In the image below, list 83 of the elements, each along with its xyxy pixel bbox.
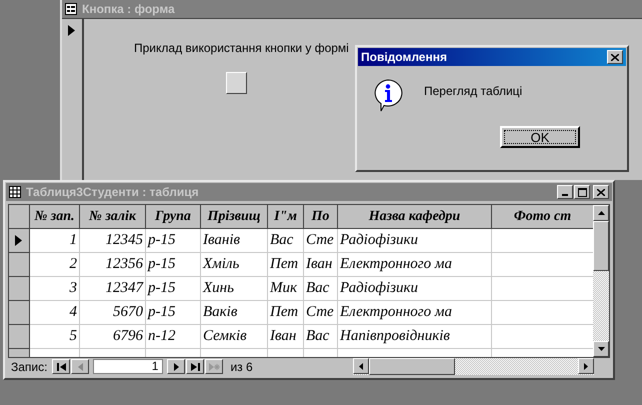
- table-cell: р-15: [146, 229, 201, 253]
- down-arrow-icon[interactable]: [598, 347, 604, 351]
- column-header[interactable]: І"м: [268, 205, 304, 229]
- select-all-corner[interactable]: [9, 205, 30, 229]
- table-cell: Електронного ма: [338, 253, 492, 277]
- previous-record-button[interactable]: [71, 359, 90, 374]
- column-header[interactable]: № залік: [80, 205, 146, 229]
- row-selector[interactable]: [9, 229, 30, 253]
- table-cell: Напівпровідників: [338, 325, 492, 349]
- table-cell: Іванів: [201, 229, 268, 253]
- close-button[interactable]: [607, 50, 623, 64]
- maximize-icon: [578, 188, 586, 196]
- table-cell: Іван: [304, 253, 338, 277]
- table-cell: Сте: [304, 301, 338, 325]
- table-cell: 12356: [80, 253, 146, 277]
- column-header[interactable]: Прізвищ: [201, 205, 268, 229]
- new-record-button[interactable]: [205, 359, 224, 374]
- row-selector[interactable]: [9, 325, 30, 349]
- close-icon: [597, 188, 605, 196]
- column-header[interactable]: № зап.: [30, 205, 80, 229]
- table-cell: Сте: [304, 229, 338, 253]
- table-cell: п-12: [146, 325, 201, 349]
- table-cell: 5: [30, 325, 80, 349]
- table-cell: 1: [30, 229, 80, 253]
- table-cell: Хміль: [201, 253, 268, 277]
- table-cell: 12347: [80, 277, 146, 301]
- dialog-message: Перегляд таблиці: [424, 84, 522, 98]
- table-cell: Електронного ма: [338, 301, 492, 325]
- table-cell: Семків: [201, 325, 268, 349]
- vertical-scrollbar[interactable]: [593, 205, 609, 357]
- table-icon: [9, 186, 21, 198]
- table-cell: 4: [30, 301, 80, 325]
- table-cell: Ваків: [201, 301, 268, 325]
- table-cell: Радіофізики: [338, 229, 492, 253]
- close-icon: [611, 54, 619, 60]
- first-record-button[interactable]: [52, 359, 70, 374]
- record-count: из 6: [230, 360, 253, 374]
- table-cell: Пет: [268, 253, 304, 277]
- row-selector[interactable]: [9, 253, 30, 277]
- dialog-title: Повідомлення: [361, 50, 447, 64]
- window-title: Кнопка : форма: [82, 2, 175, 16]
- next-record-button[interactable]: [167, 359, 186, 374]
- table-cell: р-15: [146, 253, 201, 277]
- table-cell: Мик: [268, 277, 304, 301]
- right-triangle-icon: [174, 362, 179, 370]
- row-selector[interactable]: [9, 277, 30, 301]
- table-cell: 6796: [80, 325, 146, 349]
- record-label: Запис:: [11, 360, 48, 374]
- record-number-field[interactable]: 1: [93, 359, 164, 374]
- table-cell: 3: [30, 277, 80, 301]
- form-caption: Приклад використання кнопки у формі: [134, 41, 349, 55]
- table-cell: р-15: [146, 277, 201, 301]
- column-header[interactable]: По: [304, 205, 338, 229]
- last-record-button[interactable]: [186, 359, 204, 374]
- column-header[interactable]: Назва кафедри: [338, 205, 492, 229]
- left-arrow-icon[interactable]: [359, 362, 363, 370]
- horizontal-scrollbar[interactable]: [353, 358, 594, 375]
- table-cell: 12345: [80, 229, 146, 253]
- current-record-icon: [15, 235, 22, 246]
- column-header[interactable]: Фото ст: [492, 205, 593, 229]
- table-cell: р-15: [146, 301, 201, 325]
- right-arrow-icon[interactable]: [584, 362, 588, 370]
- row-selector[interactable]: [9, 301, 30, 325]
- table-cell: 2: [30, 253, 80, 277]
- ok-button[interactable]: OK: [500, 126, 580, 148]
- left-triangle-icon: [78, 362, 83, 370]
- form-icon: [65, 3, 77, 15]
- table-cell: Іван: [268, 325, 304, 349]
- last-icon: [190, 362, 200, 370]
- up-arrow-icon[interactable]: [598, 211, 604, 215]
- table-cell: 5670: [80, 301, 146, 325]
- new-record-icon: [208, 362, 220, 370]
- table-cell: Пет: [268, 301, 304, 325]
- table-cell: Вас: [304, 277, 338, 301]
- form-button[interactable]: [226, 72, 247, 94]
- current-record-icon: [68, 25, 75, 36]
- table-cell: Вас: [304, 325, 338, 349]
- first-icon: [56, 362, 66, 370]
- window-title: Таблиця3Студенти : таблиця: [26, 185, 199, 199]
- table-cell: Хинь: [201, 277, 268, 301]
- table-cell: Радіофізики: [338, 277, 492, 301]
- column-header[interactable]: Група: [146, 205, 201, 229]
- table-cell: Вас: [268, 229, 304, 253]
